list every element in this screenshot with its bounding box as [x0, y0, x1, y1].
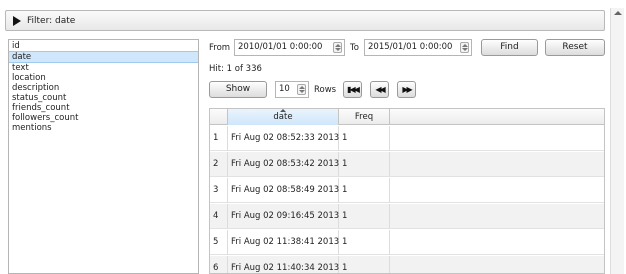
- date-cell: Fri Aug 02 08:53:42 2013: [228, 152, 339, 177]
- date-cell: Fri Aug 02 09:16:45 2013: [228, 204, 339, 229]
- date-cell: Fri Aug 02 11:40:34 2013: [228, 256, 339, 273]
- rows-label: Rows: [314, 85, 337, 95]
- field-item-followers-count[interactable]: followers_count: [9, 113, 198, 123]
- row-number: 4: [210, 204, 228, 229]
- to-datetime-spinner[interactable]: 2015/01/01 0:00:00: [364, 39, 472, 56]
- results-table[interactable]: date Freq 1 Fri Aug 02 08:52:33 2013 1 2…: [209, 108, 605, 274]
- reset-button[interactable]: Reset: [545, 39, 605, 56]
- rows-value: 10: [279, 84, 290, 94]
- row-number: 2: [210, 152, 228, 177]
- previous-page-button[interactable]: ◀◀: [370, 81, 389, 98]
- field-item-location[interactable]: location: [9, 73, 198, 83]
- column-header-date[interactable]: date: [228, 109, 339, 125]
- row-number: 3: [210, 178, 228, 203]
- freq-cell: 1: [339, 230, 390, 255]
- table-header: date Freq: [210, 109, 604, 125]
- table-row[interactable]: 2 Fri Aug 02 08:53:42 2013 1: [210, 152, 604, 177]
- freq-cell: 1: [339, 204, 390, 229]
- table-row[interactable]: 4 Fri Aug 02 09:16:45 2013 1: [210, 204, 604, 229]
- column-header-date-label: date: [273, 112, 293, 122]
- to-label: To: [350, 43, 359, 53]
- previous-page-icon: ◀◀: [375, 85, 385, 94]
- from-datetime-spinner[interactable]: 2010/01/01 0:00:00: [234, 39, 345, 56]
- to-datetime-value: 2015/01/01 0:00:00: [368, 42, 453, 52]
- show-button[interactable]: Show: [209, 81, 267, 98]
- field-item-id[interactable]: id: [9, 41, 198, 51]
- freq-cell: 1: [339, 178, 390, 203]
- date-range-row: From 2010/01/01 0:00:00 To 2015/01/01 0:…: [209, 39, 605, 57]
- filter-window: Filter: date id date text location descr…: [0, 0, 626, 274]
- date-cell: Fri Aug 02 08:52:33 2013: [228, 126, 339, 151]
- sort-ascending-icon: [280, 109, 286, 112]
- paging-row: Show 10 Rows ▮◀◀ ◀◀ ▶▶: [209, 80, 605, 100]
- row-number: 5: [210, 230, 228, 255]
- field-item-friends-count[interactable]: friends_count: [9, 103, 198, 113]
- freq-cell: 1: [339, 152, 390, 177]
- field-item-description[interactable]: description: [9, 83, 198, 93]
- freq-cell: 1: [339, 256, 390, 273]
- row-number: 6: [210, 256, 228, 273]
- scroll-up-arrow-icon[interactable]: [614, 11, 622, 15]
- rows-spinner[interactable]: 10: [275, 81, 309, 98]
- row-number: 1: [210, 126, 228, 151]
- table-row[interactable]: 1 Fri Aug 02 08:52:33 2013 1: [210, 126, 604, 151]
- table-row[interactable]: 6 Fri Aug 02 11:40:34 2013 1: [210, 256, 604, 273]
- field-item-text[interactable]: text: [9, 63, 198, 73]
- from-spinner-arrows-icon[interactable]: [333, 42, 342, 53]
- date-cell: Fri Aug 02 11:38:41 2013: [228, 230, 339, 255]
- column-header-freq[interactable]: Freq: [339, 109, 390, 125]
- field-item-mentions[interactable]: mentions: [9, 123, 198, 133]
- filter-title: Filter: date: [27, 15, 76, 26]
- from-label: From: [209, 43, 231, 53]
- freq-cell: 1: [339, 126, 390, 151]
- row-number-header: [210, 109, 228, 125]
- next-page-icon: ▶▶: [402, 85, 412, 94]
- table-row[interactable]: 3 Fri Aug 02 08:58:49 2013 1: [210, 178, 604, 203]
- to-spinner-arrows-icon[interactable]: [460, 42, 469, 53]
- next-page-button[interactable]: ▶▶: [397, 81, 416, 98]
- vertical-scrollbar[interactable]: [610, 8, 624, 274]
- column-header-freq-label: Freq: [354, 112, 374, 122]
- field-item-status-count[interactable]: status_count: [9, 93, 198, 103]
- table-row[interactable]: 5 Fri Aug 02 11:38:41 2013 1: [210, 230, 604, 255]
- field-item-date[interactable]: date: [9, 51, 198, 63]
- first-page-icon: ▮◀◀: [347, 85, 360, 94]
- date-cell: Fri Aug 02 08:58:49 2013: [228, 178, 339, 203]
- hit-count: Hit: 1 of 336: [209, 64, 262, 74]
- rows-spinner-arrows-icon[interactable]: [297, 84, 306, 95]
- from-datetime-value: 2010/01/01 0:00:00: [238, 42, 323, 52]
- find-button[interactable]: Find: [481, 39, 538, 56]
- first-page-button[interactable]: ▮◀◀: [343, 81, 362, 98]
- field-list[interactable]: id date text location description status…: [8, 39, 199, 274]
- expand-triangle-icon[interactable]: [13, 15, 21, 26]
- filter-header[interactable]: Filter: date: [5, 10, 605, 31]
